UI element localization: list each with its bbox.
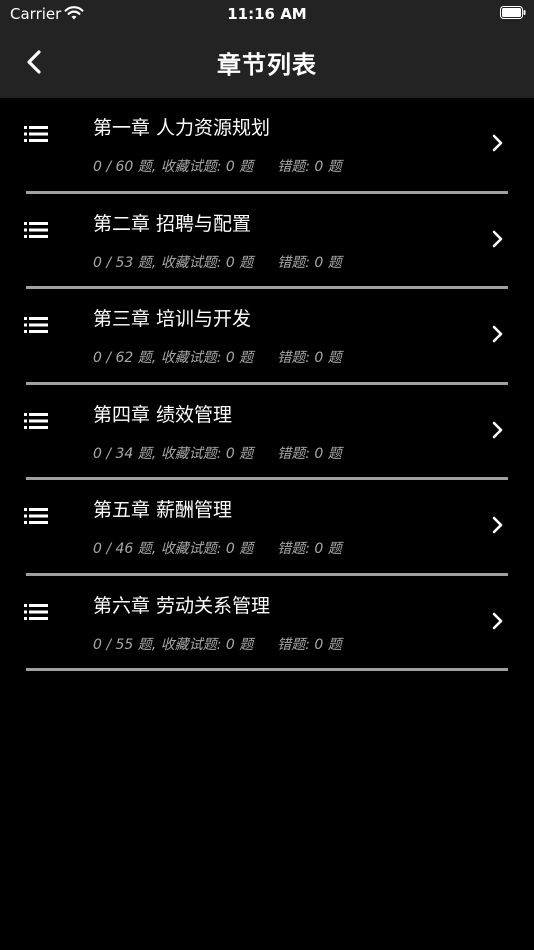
chapter-stats: 0 / 62 题, 收藏试题: 0 题 错题: 0 题 (93, 347, 342, 367)
chapter-progress: 0 / 60 题, (93, 159, 157, 175)
chapter-title: 第三章 培训与开发 (93, 308, 252, 330)
chapter-row[interactable]: 第六章 劳动关系管理 0 / 55 题, 收藏试题: 0 题 错题: 0 题 (0, 576, 534, 671)
list-icon (24, 126, 48, 142)
navigation-bar: 章节列表 (0, 28, 534, 98)
chapter-row[interactable]: 第二章 招聘与配置 0 / 53 题, 收藏试题: 0 题 错题: 0 题 (0, 194, 534, 289)
chapter-progress: 0 / 62 题, (93, 350, 157, 366)
chapter-favorites: 收藏试题: 0 题 (160, 254, 254, 271)
status-time: 11:16 AM (227, 5, 307, 23)
chapter-favorites: 收藏试题: 0 题 (160, 350, 254, 366)
list-icon (24, 508, 48, 524)
chapter-title: 第二章 招聘与配置 (93, 212, 252, 235)
chapter-row[interactable]: 第四章 绩效管理 0 / 34 题, 收藏试题: 0 题 错题: 0 题 (0, 385, 534, 480)
chapter-errors: 错题: 0 题 (277, 159, 342, 175)
chapter-favorites: 收藏试题: 0 题 (160, 636, 254, 653)
chapter-progress: 0 / 34 题, (93, 445, 157, 462)
chevron-right-icon (492, 516, 503, 534)
chevron-right-icon (492, 230, 503, 247)
chapter-list: 第一章 人力资源规划 0 / 60 题, 收藏试题: 0 题错题: 0 题 第二… (0, 98, 534, 671)
chapter-stats: 0 / 46 题, 收藏试题: 0 题 错题: 0 题 (93, 538, 342, 558)
chapter-progress: 0 / 55 题, (93, 636, 157, 653)
chapter-stats: 0 / 53 题, 收藏试题: 0 题 错题: 0 题 (93, 252, 342, 272)
chapter-progress: 0 / 46 题, (93, 541, 157, 557)
chevron-right-icon (492, 134, 503, 152)
battery-icon (500, 6, 526, 19)
list-icon (24, 221, 48, 238)
chapter-title: 第四章 绩效管理 (93, 403, 233, 426)
chevron-right-icon (492, 325, 503, 343)
chapter-row[interactable]: 第五章 薪酬管理 0 / 46 题, 收藏试题: 0 题 错题: 0 题 (0, 480, 534, 576)
page-title: 章节列表 (217, 51, 317, 79)
list-icon (24, 603, 48, 620)
chevron-right-icon (492, 421, 503, 438)
chapter-row[interactable]: 第一章 人力资源规划 0 / 60 题, 收藏试题: 0 题 错题: 0 题 (0, 98, 534, 194)
list-icon (24, 317, 48, 333)
chapter-errors: 错题: 0 题 (277, 445, 342, 462)
list-icon (24, 412, 48, 429)
chapter-favorites: 收藏试题: 0 题 (160, 541, 254, 557)
chapter-favorites: 收藏试题: 0 题 (160, 445, 254, 462)
chapter-stats: 0 / 34 题, 收藏试题: 0 题 错题: 0 题 (93, 443, 342, 463)
chapter-row[interactable]: 第三章 培训与开发 0 / 62 题, 收藏试题: 0 题 错题: 0 题 (0, 289, 534, 385)
chapter-title: 第一章 人力资源规划 (93, 117, 271, 139)
chapter-favorites: 收藏试题: 0 题 (160, 159, 254, 175)
chapter-stats: 0 / 60 题, 收藏试题: 0 题 错题: 0 题 (93, 156, 342, 176)
chapter-stats: 0 / 55 题, 收藏试题: 0 题 错题: 0 题 (93, 634, 342, 654)
chapter-errors: 错题: 0 题 (277, 541, 342, 557)
chapter-title: 第五章 薪酬管理 (93, 499, 233, 521)
row-divider (26, 668, 508, 671)
chapter-progress: 0 / 53 题, (93, 254, 157, 271)
chevron-right-icon (492, 612, 503, 629)
status-bar: Carrier 11:16 AM (0, 0, 534, 28)
chapter-errors: 错题: 0 题 (277, 350, 342, 366)
chapter-errors: 错题: 0 题 (277, 254, 342, 271)
chapter-errors: 错题: 0 题 (277, 636, 342, 653)
chapter-title: 第六章 劳动关系管理 (93, 594, 271, 617)
